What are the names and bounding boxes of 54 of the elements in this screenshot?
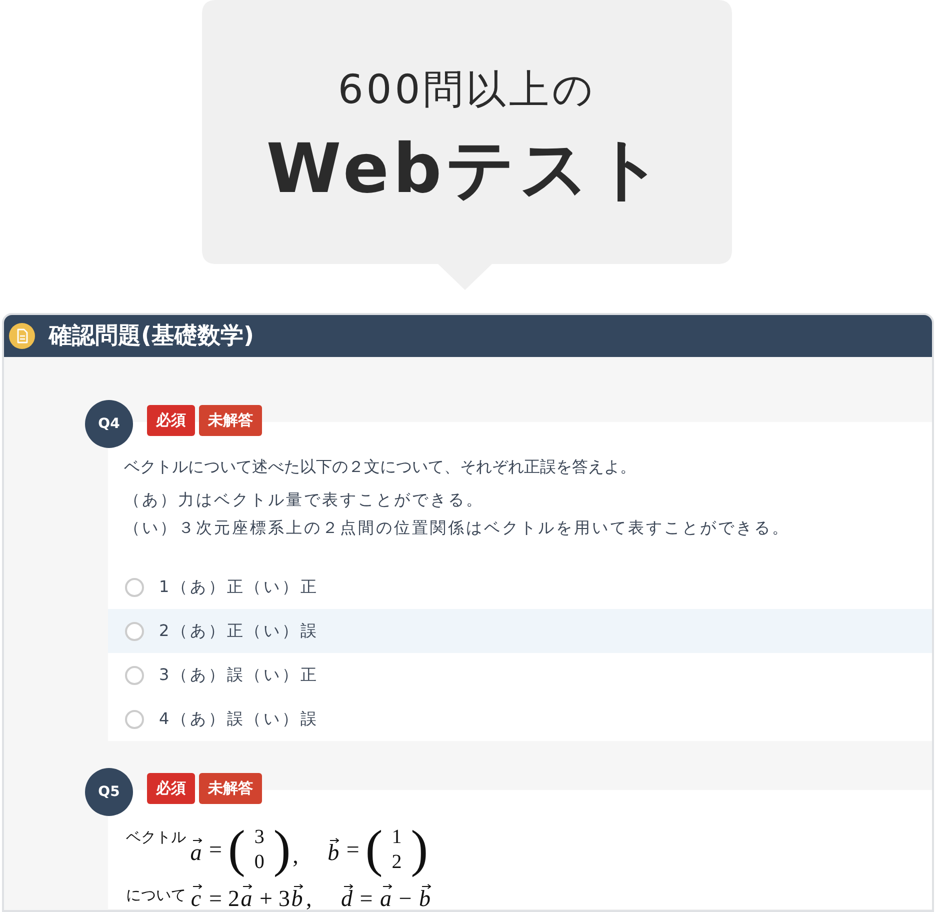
math-operator: + [259,889,272,909]
required-badge: 必須 [147,405,195,436]
math-variable: b [328,842,340,862]
math-operator: = [209,840,222,860]
vector-arrow-icon [344,884,353,889]
vector-arrow-icon [330,838,340,842]
math-variable: a [240,889,252,909]
vector-arrow-icon [422,884,431,889]
answer-option[interactable]: 2（あ）正（い）誤 [108,609,932,653]
matrix-entry: 2 [392,850,402,875]
document-icon [9,323,35,349]
statement-text: （い）３次元座標系上の２点間の位置関係はベクトルを用いて表すことができる。 [124,517,791,539]
radio-button[interactable] [125,710,144,728]
math-number: 2 [228,889,240,909]
math-number: 3 [278,889,290,909]
math-variable: b [418,889,430,909]
vector-arrow-icon [193,838,202,842]
math-parenthesis: ) [410,824,428,876]
unanswered-badge: 未解答 [199,773,262,804]
vector-arrow-icon [193,884,202,889]
matrix-entry: 3 [254,825,264,850]
panel-title: 確認問題(基礎数学) [49,322,254,351]
callout-title: Webテスト [266,130,668,210]
vector-arrow-icon [294,884,303,889]
question-number: Q5 [85,768,133,816]
formula-label: について [126,886,186,904]
unanswered-badge: 未解答 [199,405,262,436]
math-variable: a [190,842,202,862]
radio-button[interactable] [125,666,144,684]
math-parenthesis: ( [228,824,246,876]
math-parenthesis: ) [273,824,291,876]
vector-arrow-icon [382,884,392,889]
question-text: ベクトルについて述べた以下の２文について、それぞれ正誤を答えよ。 [123,456,637,478]
matrix-entry: 1 [392,825,402,850]
radio-button[interactable] [125,578,144,596]
callout-subtitle: 600問以上の [338,66,596,114]
math-operator: = [346,840,360,860]
math-punctuation: , [292,846,298,866]
statement-text: （あ）力はベクトル量で表すことができる。 [124,489,485,511]
question-number: Q4 [85,400,133,448]
math-variable: b [291,889,303,909]
math-variable: a [380,889,392,909]
vector-arrow-icon [243,884,252,889]
math-operator: = [360,889,373,909]
formula-label: ベクトル [126,828,186,846]
math-operator: = [209,889,222,909]
matrix-entry: 0 [254,850,264,875]
required-badge: 必須 [147,773,195,804]
math-parenthesis: ( [365,824,383,876]
math-operator: − [398,889,412,909]
math-variable: d [340,889,352,909]
radio-button[interactable] [125,622,144,640]
math-variable: c [190,889,202,909]
math-punctuation: , [306,889,312,909]
